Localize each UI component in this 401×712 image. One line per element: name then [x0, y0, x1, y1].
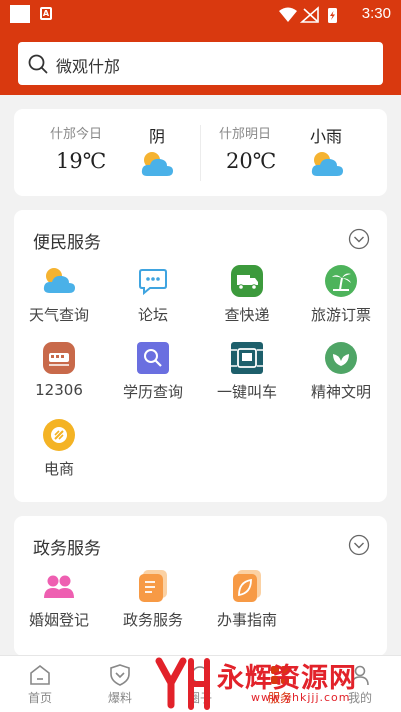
- service-label: 学历查询: [122, 383, 183, 401]
- services-title: 便民服务: [33, 233, 101, 253]
- service-item-12306[interactable]: 12306: [14, 341, 104, 399]
- service-label: 12306: [35, 381, 83, 399]
- services-card: 便民服务 天气查询 论坛 查快递 旅游订票 12306 学历查询 一键叫车 精神…: [14, 210, 387, 502]
- weather-divider: [200, 125, 201, 181]
- gov-item-gov-service[interactable]: 政务服务: [108, 569, 198, 630]
- weather-card[interactable]: 什邡今日 19℃ 阴 什邡明日 20℃ 小雨: [14, 109, 387, 196]
- chevron-down-icon[interactable]: [348, 534, 370, 556]
- gov-title: 政务服务: [33, 539, 101, 559]
- tab-label: 首页: [27, 691, 52, 705]
- search-placeholder: 微观什邡: [56, 57, 121, 76]
- gov-doc-icon: [139, 570, 167, 602]
- service-item-taxi[interactable]: 一键叫车: [202, 341, 292, 402]
- watermark-logo-icon: [155, 657, 210, 710]
- tomorrow-condition: 小雨: [310, 127, 343, 146]
- education-search-icon: [137, 342, 169, 374]
- header: 微观什邡: [0, 30, 401, 95]
- gov-services-card: 政务服务 婚姻登记 政务服务 办事指南: [14, 516, 387, 656]
- system-status-icons: [279, 6, 337, 23]
- civilization-leaf-icon: [325, 342, 357, 374]
- status-time: 3:30: [361, 5, 391, 22]
- status-bar: A 3:30: [0, 0, 401, 30]
- guide-leaf-icon: [233, 570, 261, 602]
- weather-cloud-icon: [43, 268, 75, 293]
- marriage-people-icon: [44, 575, 74, 598]
- service-label: 电商: [43, 460, 74, 478]
- home-icon: [30, 664, 50, 685]
- service-item-travel[interactable]: 旅游订票: [296, 264, 386, 325]
- service-label: 天气查询: [28, 306, 89, 324]
- gov-label: 婚姻登记: [28, 611, 89, 629]
- tab-home[interactable]: 首页: [0, 656, 80, 712]
- rain-weather-icon: [311, 152, 343, 176]
- tomorrow-label: 什邡明日: [219, 127, 272, 142]
- watermark-brand: 永辉资源网: [217, 663, 357, 694]
- service-item-express[interactable]: 查快递: [202, 264, 292, 325]
- today-condition: 阴: [149, 127, 166, 146]
- travel-palm-icon: [325, 265, 357, 297]
- notification-square-icon: [10, 5, 30, 23]
- gov-label: 政务服务: [122, 611, 183, 629]
- search-icon: [28, 54, 48, 74]
- service-item-education[interactable]: 学历查询: [108, 341, 198, 402]
- service-label: 旅游订票: [310, 306, 371, 324]
- service-label: 精神文明: [310, 383, 371, 401]
- gov-label: 办事指南: [216, 611, 277, 629]
- today-label: 什邡今日: [50, 127, 103, 142]
- forum-chat-icon: [139, 269, 167, 296]
- gov-item-marriage[interactable]: 婚姻登记: [14, 569, 104, 630]
- service-item-forum[interactable]: 论坛: [108, 264, 198, 325]
- shield-icon: [110, 664, 130, 686]
- watermark: 永辉资源网 www.yhkjjj.com: [155, 656, 401, 712]
- search-bar[interactable]: 微观什邡: [18, 42, 383, 85]
- cloudy-weather-icon: [141, 152, 173, 176]
- gov-item-guide[interactable]: 办事指南: [202, 569, 292, 630]
- tab-report[interactable]: 爆料: [80, 656, 160, 712]
- notification-a-icon: A: [40, 7, 52, 20]
- tab-label: 爆料: [107, 691, 132, 705]
- watermark-url: www.yhkjjj.com: [251, 691, 351, 704]
- chevron-down-icon[interactable]: [348, 228, 370, 250]
- ecommerce-coin-icon: [43, 419, 75, 451]
- service-label: 论坛: [137, 306, 168, 324]
- taxi-call-icon: [231, 342, 263, 374]
- tomorrow-temp: 20℃: [226, 149, 277, 173]
- express-truck-icon: [231, 265, 263, 297]
- train-ticket-icon: [43, 342, 75, 374]
- service-item-civilization[interactable]: 精神文明: [296, 341, 386, 402]
- service-label: 查快递: [224, 306, 270, 324]
- service-item-weather[interactable]: 天气查询: [14, 264, 104, 325]
- service-label: 一键叫车: [216, 383, 277, 401]
- today-temp: 19℃: [56, 149, 107, 173]
- service-item-ecommerce[interactable]: 电商: [14, 418, 104, 479]
